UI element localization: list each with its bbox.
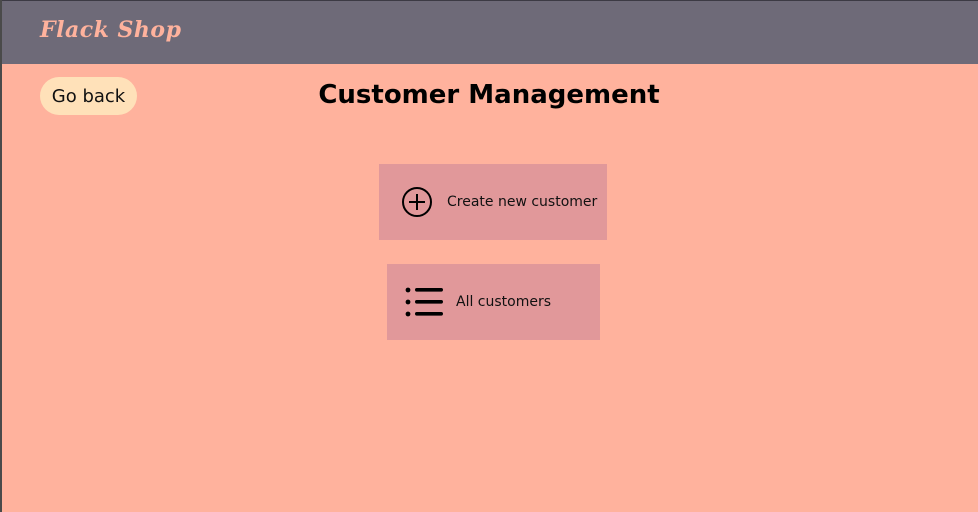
list-icon: [405, 287, 443, 317]
page-title: Customer Management: [318, 80, 660, 110]
window-border: [0, 0, 2, 512]
plus-circle-icon: [401, 186, 433, 218]
all-customers-label: All customers: [456, 294, 552, 310]
create-customer-button[interactable]: Create new customer: [379, 164, 607, 240]
brand-logo[interactable]: Flack Shop: [40, 17, 181, 43]
top-bar: Flack Shop: [2, 0, 978, 64]
create-customer-label: Create new customer: [447, 194, 598, 210]
all-customers-button[interactable]: All customers: [387, 264, 600, 340]
